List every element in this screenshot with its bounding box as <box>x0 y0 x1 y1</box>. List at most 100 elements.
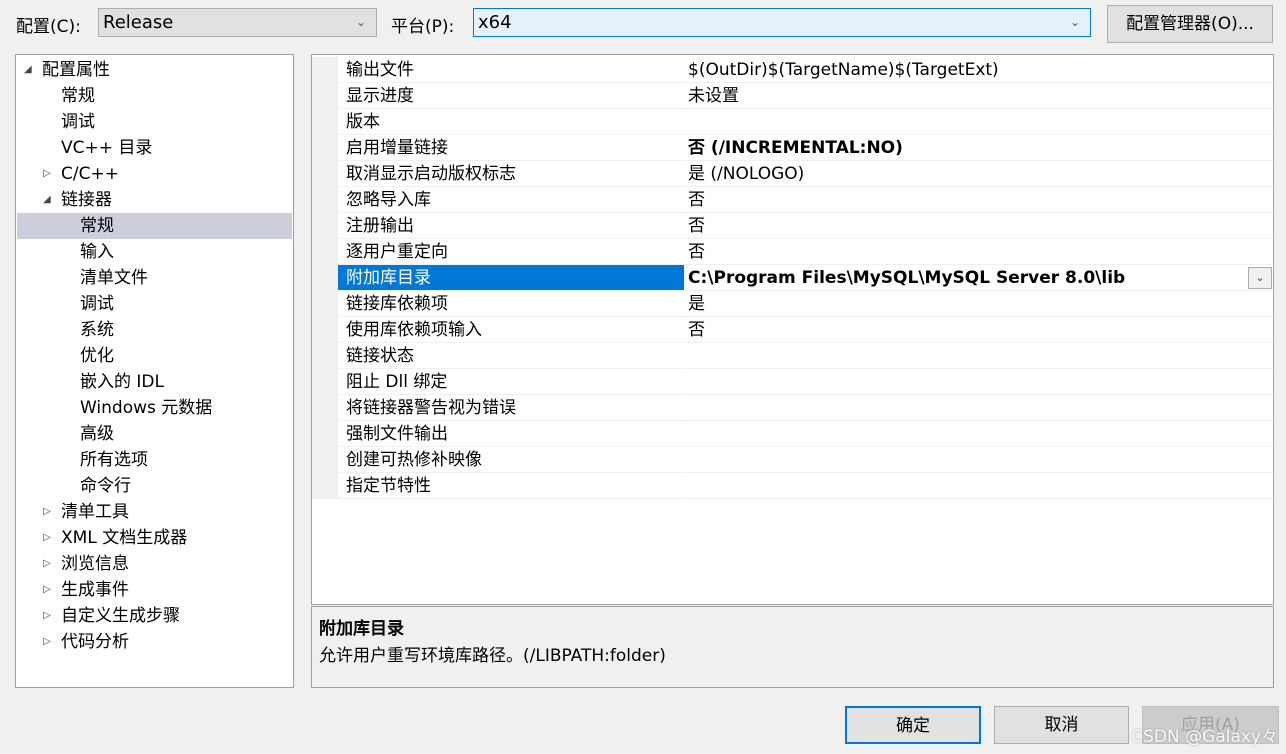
watermark: CSDN @Galaxy々 <box>1131 727 1278 747</box>
tree-item[interactable]: 嵌入的 IDL <box>17 369 292 395</box>
property-value[interactable] <box>685 447 1273 473</box>
property-name: 阻止 Dll 绑定 <box>338 369 684 395</box>
tree-item[interactable]: ▷ XML 文档生成器 <box>17 525 292 551</box>
collapsed-triangle-icon[interactable]: ▷ <box>43 525 51 551</box>
tree-item[interactable]: ▷ 自定义生成步骤 <box>17 603 292 629</box>
property-value[interactable] <box>685 395 1273 421</box>
platform-label: 平台(P): <box>391 17 455 37</box>
tree-item-label: 优化 <box>80 346 114 366</box>
property-value[interactable]: 否 <box>685 213 1273 239</box>
property-row[interactable]: 输出文件 $(OutDir)$(TargetName)$(TargetExt) <box>312 57 1273 83</box>
collapsed-triangle-icon[interactable]: ▷ <box>43 603 51 629</box>
property-name: 忽略导入库 <box>338 187 684 213</box>
tree-item[interactable]: 优化 <box>17 343 292 369</box>
property-name: 注册输出 <box>338 213 684 239</box>
tree-item[interactable]: 命令行 <box>17 473 292 499</box>
row-gutter <box>312 239 338 265</box>
tree-item[interactable]: ▷ 代码分析 <box>17 629 292 655</box>
property-row[interactable]: 显示进度 未设置 <box>312 83 1273 109</box>
property-value[interactable] <box>685 109 1273 135</box>
tree-item-label: 调试 <box>80 294 114 314</box>
tree-item[interactable]: ▷ 生成事件 <box>17 577 292 603</box>
property-row[interactable]: 链接状态 <box>312 343 1273 369</box>
tree-item-label: 代码分析 <box>61 632 129 652</box>
config-label: 配置(C): <box>16 17 81 37</box>
property-name: 创建可热修补映像 <box>338 447 684 473</box>
ok-button[interactable]: 确定 <box>845 706 981 744</box>
tree-item[interactable]: ▷ 浏览信息 <box>17 551 292 577</box>
collapsed-triangle-icon[interactable]: ▷ <box>43 161 51 187</box>
row-gutter <box>312 161 338 187</box>
row-gutter <box>312 395 338 421</box>
property-row[interactable]: 启用增量链接否 (/INCREMENTAL:NO) <box>312 135 1273 161</box>
property-value[interactable]: C:\Program Files\MySQL\MySQL Server 8.0\… <box>685 265 1273 291</box>
config-dropdown[interactable]: Release ⌄ <box>98 8 377 37</box>
tree-item[interactable]: 调试 <box>17 109 292 135</box>
tree-item[interactable]: ◢ 配置属性 <box>17 57 292 83</box>
description-text: 允许用户重写环境库路径。(/LIBPATH:folder) <box>319 646 666 666</box>
property-name: 取消显示启动版权标志 <box>338 161 684 187</box>
property-value[interactable] <box>685 473 1273 499</box>
collapsed-triangle-icon[interactable]: ▷ <box>43 499 51 525</box>
property-row[interactable]: 指定节特性 <box>312 473 1273 499</box>
tree-item[interactable]: 清单文件 <box>17 265 292 291</box>
property-row[interactable]: 版本 <box>312 109 1273 135</box>
property-tree[interactable]: ◢ 配置属性 常规 调试 VC++ 目录 ▷ C/C++ ◢ 链接器 常规 输入 清单文件 调试 系统 优化… <box>15 54 294 688</box>
config-manager-button[interactable]: 配置管理器(O)... <box>1107 5 1273 43</box>
property-row[interactable]: 附加库目录 C:\Program Files\MySQL\MySQL Server… <box>312 265 1273 291</box>
tree-item[interactable]: 常规 <box>17 83 292 109</box>
description-panel: 附加库目录 允许用户重写环境库路径。(/LIBPATH:folder) <box>311 606 1274 688</box>
property-row[interactable]: 忽略导入库否 <box>312 187 1273 213</box>
property-grid[interactable]: 输出文件 $(OutDir)$(TargetName)$(TargetExt) 显示… <box>311 54 1274 605</box>
property-value[interactable]: $(OutDir)$(TargetName)$(TargetExt) <box>685 57 1273 83</box>
chevron-down-icon: ⌄ <box>355 15 366 29</box>
tree-item[interactable]: ▷ 清单工具 <box>17 499 292 525</box>
property-row[interactable]: 取消显示启动版权标志是 (/NOLOGO) <box>312 161 1273 187</box>
property-name: 强制文件输出 <box>338 421 684 447</box>
property-name: 链接状态 <box>338 343 684 369</box>
tree-item[interactable]: 所有选项 <box>17 447 292 473</box>
collapsed-triangle-icon[interactable]: ▷ <box>43 551 51 577</box>
property-value[interactable]: 是 (/NOLOGO) <box>685 161 1273 187</box>
tree-item[interactable]: ◢ 链接器 <box>17 187 292 213</box>
collapsed-triangle-icon[interactable]: ▷ <box>43 629 51 655</box>
property-value[interactable] <box>685 369 1273 395</box>
tree-item[interactable]: 高级 <box>17 421 292 447</box>
property-row[interactable]: 使用库依赖项输入否 <box>312 317 1273 343</box>
tree-item[interactable]: 常规 <box>17 213 292 239</box>
tree-item[interactable]: Windows 元数据 <box>17 395 292 421</box>
property-name: 版本 <box>338 109 684 135</box>
property-value[interactable] <box>685 343 1273 369</box>
row-gutter <box>312 213 338 239</box>
tree-item-label: 自定义生成步骤 <box>61 606 180 626</box>
property-value[interactable]: 否 <box>685 187 1273 213</box>
row-gutter <box>312 187 338 213</box>
property-row[interactable]: 链接库依赖项是 <box>312 291 1273 317</box>
property-row[interactable]: 强制文件输出 <box>312 421 1273 447</box>
platform-dropdown[interactable]: x64 ⌄ <box>473 8 1091 37</box>
property-row[interactable]: 创建可热修补映像 <box>312 447 1273 473</box>
expanded-triangle-icon[interactable]: ◢ <box>43 187 51 213</box>
tree-item[interactable]: 调试 <box>17 291 292 317</box>
property-row[interactable]: 将链接器警告视为错误 <box>312 395 1273 421</box>
tree-item-label: 配置属性 <box>42 60 110 80</box>
property-row[interactable]: 阻止 Dll 绑定 <box>312 369 1273 395</box>
property-value[interactable]: 否 (/INCREMENTAL:NO) <box>685 135 1273 161</box>
property-value[interactable]: 否 <box>685 317 1273 343</box>
tree-item-label: VC++ 目录 <box>61 138 153 158</box>
tree-item[interactable]: VC++ 目录 <box>17 135 292 161</box>
cancel-button[interactable]: 取消 <box>994 706 1129 744</box>
expanded-triangle-icon[interactable]: ◢ <box>24 57 32 83</box>
property-value[interactable]: 否 <box>685 239 1273 265</box>
property-value[interactable]: 未设置 <box>685 83 1273 109</box>
tree-item[interactable]: 系统 <box>17 317 292 343</box>
property-row[interactable]: 注册输出否 <box>312 213 1273 239</box>
tree-item[interactable]: 输入 <box>17 239 292 265</box>
chevron-down-icon[interactable]: ⌄ <box>1248 267 1272 289</box>
property-name: 链接库依赖项 <box>338 291 684 317</box>
tree-item[interactable]: ▷ C/C++ <box>17 161 292 187</box>
property-value[interactable] <box>685 421 1273 447</box>
collapsed-triangle-icon[interactable]: ▷ <box>43 577 51 603</box>
property-row[interactable]: 逐用户重定向否 <box>312 239 1273 265</box>
property-value[interactable]: 是 <box>685 291 1273 317</box>
